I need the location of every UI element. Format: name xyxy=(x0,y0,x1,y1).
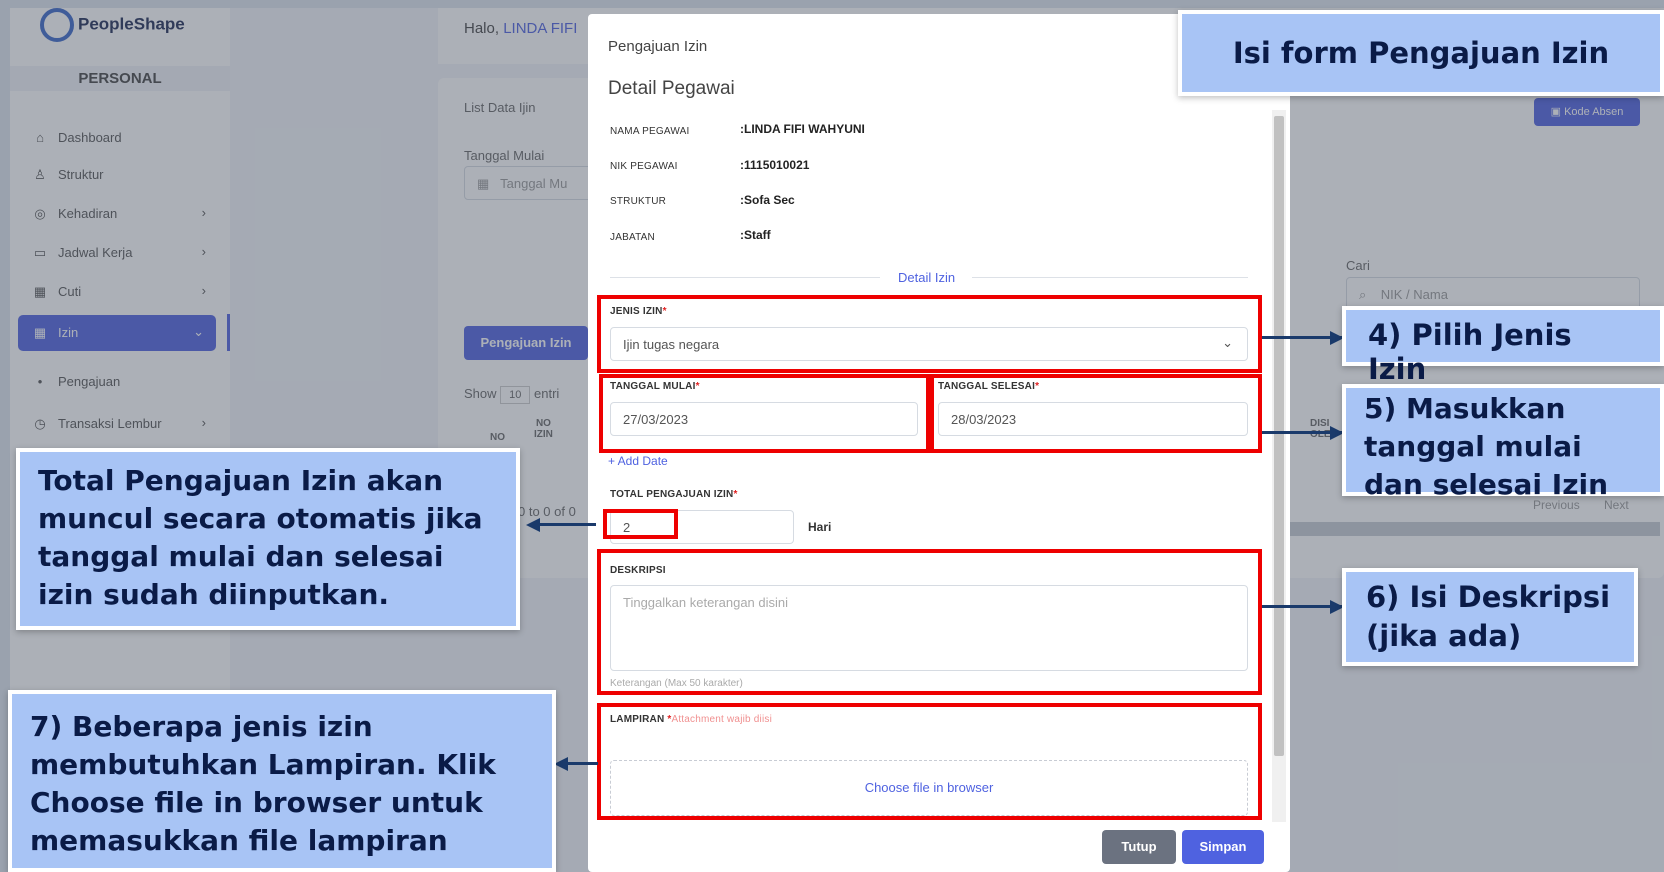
field-value-nik: :1115010021 xyxy=(740,158,810,172)
arrow-total xyxy=(540,523,596,526)
field-value-nama: :LINDA FIFI WAHYUNI xyxy=(740,122,865,136)
callout-step5: 5) Masukkan tanggal mulai dan selesai Iz… xyxy=(1342,384,1664,501)
callout-step6: 6) Isi Deskripsi (jika ada) xyxy=(1342,568,1638,666)
field-value-struktur: :Sofa Sec xyxy=(740,193,795,207)
callout-step7: 7) Beberapa jenis izin membutuhkan Lampi… xyxy=(8,690,556,872)
field-value-jabatan: :Staff xyxy=(740,228,771,242)
field-label-nama: NAMA PEGAWAI xyxy=(610,126,690,137)
total-label: TOTAL PENGAJUAN IZIN* xyxy=(610,489,738,500)
arrow-head xyxy=(526,518,540,532)
callout-total: Total Pengajuan Izin akan muncul secara … xyxy=(16,448,520,630)
modal-title: Pengajuan Izin xyxy=(608,38,708,55)
highlight-tanggal-mulai xyxy=(599,374,930,453)
hari-label: Hari xyxy=(808,520,832,534)
section-detail-izin: Detail Izin xyxy=(898,270,956,285)
divider-left xyxy=(610,277,880,278)
simpan-button[interactable]: Simpan xyxy=(1182,830,1264,864)
highlight-deskripsi xyxy=(597,549,1262,695)
highlight-total xyxy=(603,509,678,539)
callout-title: Isi form Pengajuan Izin xyxy=(1178,10,1664,96)
add-date-link[interactable]: + Add Date xyxy=(608,454,668,468)
modal-scrollbar-thumb[interactable] xyxy=(1274,116,1284,756)
arrow-head xyxy=(554,757,568,771)
field-label-struktur: STRUKTUR xyxy=(610,196,667,207)
highlight-jenis-izin xyxy=(597,295,1262,373)
arrow-step7 xyxy=(568,762,598,765)
divider-right xyxy=(972,277,1248,278)
tutup-button[interactable]: Tutup xyxy=(1102,830,1176,864)
section-detail-pegawai: Detail Pegawai xyxy=(608,78,735,99)
field-label-nik: NIK PEGAWAI xyxy=(610,161,678,172)
highlight-lampiran xyxy=(597,703,1262,820)
field-label-jabatan: JABATAN xyxy=(610,232,655,243)
callout-step4: 4) Pilih Jenis Izin xyxy=(1342,306,1664,386)
highlight-tanggal-selesai xyxy=(930,374,1262,453)
